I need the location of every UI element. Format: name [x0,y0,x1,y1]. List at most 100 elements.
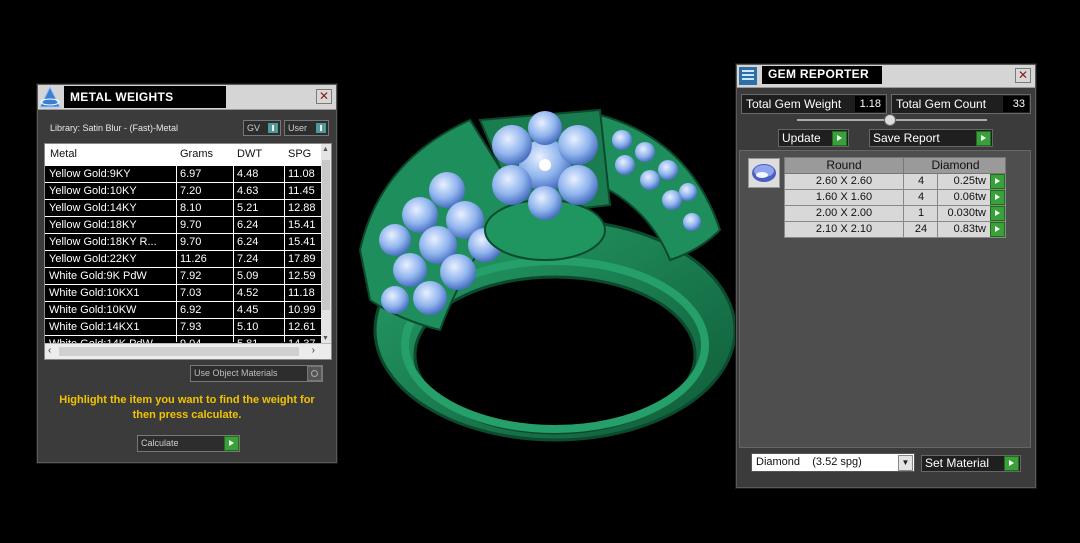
dwt-cell: 5.10 [237,321,259,333]
vertical-scrollbar[interactable]: ▲ ▼ [321,144,331,344]
play-icon [1004,456,1019,471]
metal-name: Yellow Gold:9KY [49,168,131,180]
play-icon [832,131,847,146]
dwt-cell: 4.48 [237,168,259,180]
grams-cell: 6.97 [180,168,202,180]
gem-reporter-title: GEM REPORTER [762,66,882,84]
play-icon[interactable] [990,206,1005,221]
slider-knob[interactable] [884,114,896,126]
user-toggle-label: User [288,123,308,133]
play-icon[interactable] [990,190,1005,205]
gem-row[interactable]: 2.00 X 2.00 1 0.030tw [784,206,1006,222]
dwt-cell: 7.24 [237,253,259,265]
material-select-value: Diamond (3.52 spg) [756,456,862,468]
use-object-materials-label: Use Object Materials [194,368,278,378]
metal-name: White Gold:10KW [49,304,137,316]
scroll-up-icon[interactable]: ▲ [322,146,329,153]
gem-reporter-panel: GEM REPORTER ✕ Total Gem Weight 1.18 Tot… [736,64,1036,488]
material-select[interactable]: Diamond (3.52 spg) ▼ [751,453,915,472]
col-grams[interactable]: Grams [180,148,213,160]
gem-table: Round Diamond 2.60 X 2.60 4 0.25tw 1.60 X 1… [784,157,1006,238]
total-gem-weight: Total Gem Weight 1.18 [741,94,887,114]
table-row[interactable]: Yellow Gold:9KY 6.97 4.48 11.08 [45,166,321,183]
gem-count: 24 [914,223,928,235]
gem-type: Diamond [931,158,980,172]
grams-cell: 7.03 [180,287,202,299]
gem-list-area: Round Diamond 2.60 X 2.60 4 0.25tw 1.60 X 1… [739,150,1031,448]
table-row[interactable]: Yellow Gold:22KY 11.26 7.24 17.89 [45,251,321,268]
metal-table-header: Metal Grams DWT SPG [45,144,321,164]
gem-row[interactable]: 2.60 X 2.60 4 0.25tw [784,174,1006,190]
dwt-cell: 5.21 [237,202,259,214]
table-row[interactable]: Yellow Gold:14KY 8.10 5.21 12.88 [45,200,321,217]
scroll-left-icon[interactable]: ‹ [48,345,51,356]
metal-name: Yellow Gold:18KY [49,219,137,231]
play-icon [976,131,991,146]
table-row[interactable]: White Gold:10KW 6.92 4.45 10.99 [45,302,321,319]
table-row[interactable]: Yellow Gold:10KY 7.20 4.63 11.45 [45,183,321,200]
dwt-cell: 4.63 [237,185,259,197]
user-toggle[interactable]: User [284,120,329,136]
use-object-materials-toggle[interactable]: Use Object Materials [190,365,323,382]
chevron-down-icon[interactable]: ▼ [898,455,913,471]
metal-name: Yellow Gold:18KY R... [49,236,157,248]
metal-name: Yellow Gold:22KY [49,253,137,265]
scroll-right-icon[interactable]: › [312,345,315,356]
calculate-button[interactable]: Calculate [137,435,240,452]
total-gem-weight-value: 1.18 [855,96,885,112]
table-row[interactable]: White Gold:9K PdW 7.92 5.09 12.59 [45,268,321,285]
play-icon[interactable] [990,222,1005,237]
play-icon[interactable] [990,174,1005,189]
metal-weights-titlebar[interactable]: METAL WEIGHTS ✕ [38,85,336,110]
play-icon [224,436,239,451]
gem-count: 4 [917,191,925,203]
grams-cell: 7.92 [180,270,202,282]
metal-name: Yellow Gold:14KY [49,202,137,214]
round-gem-icon[interactable] [748,158,780,188]
col-spg[interactable]: SPG [288,148,311,160]
update-label: Update [782,131,821,145]
close-icon[interactable]: ✕ [316,89,332,104]
table-row[interactable]: White Gold:10KX1 7.03 4.52 11.18 [45,285,321,302]
gem-weight: 0.83tw [953,223,986,235]
dwt-cell: 5.09 [237,270,259,282]
metal-name: White Gold:10KX1 [49,287,140,299]
spg-cell: 11.08 [288,168,315,180]
col-dwt[interactable]: DWT [237,148,262,160]
gv-toggle-label: GV [247,123,261,133]
gem-weight: 0.06tw [953,191,986,203]
close-icon[interactable]: ✕ [1015,68,1031,83]
grams-cell: 7.20 [180,185,202,197]
table-row[interactable]: Yellow Gold:18KY 9.70 6.24 15.41 [45,217,321,234]
spg-cell: 10.99 [288,304,316,316]
grams-cell: 9.70 [180,219,202,231]
grams-cell: 7.93 [180,321,202,333]
horizontal-scrollbar[interactable]: ‹ › [45,343,331,359]
metal-weights-panel: METAL WEIGHTS ✕ Library: Satin Blur - (F… [37,84,337,463]
table-row[interactable]: Yellow Gold:18KY R... 9.70 6.24 15.41 [45,234,321,251]
radio-icon [307,366,322,381]
splitter-slider[interactable] [797,114,987,126]
grams-cell: 6.92 [180,304,202,316]
col-metal[interactable]: Metal [50,148,77,160]
total-gem-count-value: 33 [1003,96,1029,112]
gem-reporter-titlebar[interactable]: GEM REPORTER ✕ [737,65,1035,88]
scroll-thumb[interactable] [322,160,330,310]
save-report-button[interactable]: Save Report [869,129,993,147]
metal-table: Metal Grams DWT SPG Yellow Gold:9KY 6.97 4… [44,143,332,360]
gem-weight: 0.030tw [947,207,986,219]
gem-table-header: Round Diamond [784,157,1006,174]
spg-cell: 15.41 [288,236,316,248]
total-gem-weight-label: Total Gem Weight [746,97,842,111]
gem-row[interactable]: 2.10 X 2.10 24 0.83tw [784,222,1006,238]
gem-row[interactable]: 1.60 X 1.60 4 0.06tw [784,190,1006,206]
scroll-thumb[interactable] [59,347,299,356]
scroll-down-icon[interactable]: ▼ [322,335,329,342]
table-row[interactable]: White Gold:14KX1 7.93 5.10 12.61 [45,319,321,336]
update-button[interactable]: Update [778,129,849,147]
spg-cell: 11.45 [288,185,315,197]
metal-name: White Gold:9K PdW [49,270,147,282]
set-material-button[interactable]: Set Material [921,455,1021,472]
gv-toggle[interactable]: GV [243,120,281,136]
toggle-knob-icon [316,123,326,133]
